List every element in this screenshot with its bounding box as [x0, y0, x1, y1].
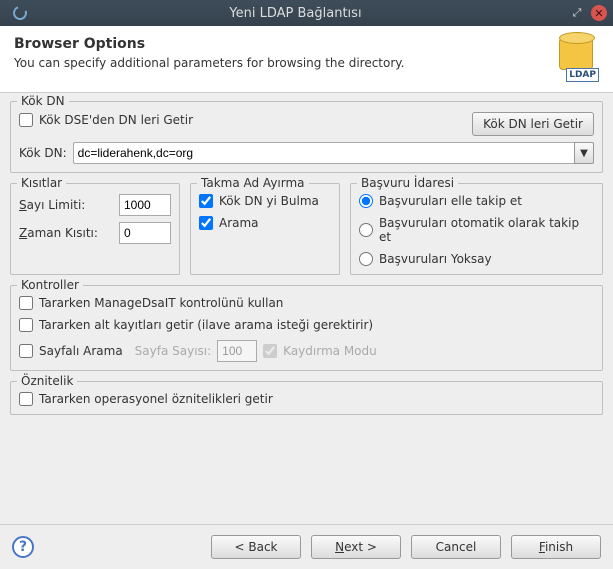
chk-alias-search-input[interactable]	[199, 216, 213, 230]
titlebar: Yeni LDAP Bağlantısı ⤢ ✕	[0, 0, 613, 26]
group-referrals: Başvuru İdaresi Başvuruları elle takip e…	[350, 183, 603, 275]
rad-ref-manual[interactable]: Başvuruları elle takip et	[359, 194, 594, 208]
chk-operational[interactable]: Tararken operasyonel öznitelikleri getir	[19, 392, 594, 406]
btn-fetch-root-dns[interactable]: Kök DN leri Getir	[472, 112, 594, 136]
legend-alias: Takma Ad Ayırma	[197, 176, 309, 190]
chk-fetch-from-dse-input[interactable]	[19, 113, 33, 127]
legend-root-dn: Kök DN	[17, 94, 69, 108]
rad-ref-ignore-label: Başvuruları Yoksay	[379, 252, 492, 266]
label-page-count: Sayfa Sayısı:	[135, 344, 212, 358]
legend-attributes: Öznitelik	[17, 374, 77, 388]
chk-alias-find-input[interactable]	[199, 194, 213, 208]
app-icon	[12, 5, 28, 21]
chk-managedsait-label: Tararken ManageDsaIT kontrolünü kullan	[39, 296, 283, 310]
close-icon[interactable]: ✕	[591, 5, 607, 21]
chk-paged[interactable]: Sayfalı Arama	[19, 344, 123, 358]
page-subtitle: You can specify additional parameters fo…	[14, 56, 543, 70]
chk-paged-input[interactable]	[19, 344, 33, 358]
input-page-count	[217, 340, 257, 362]
maximize-icon[interactable]: ⤢	[569, 5, 585, 21]
chk-alias-search-label: Arama	[219, 216, 259, 230]
finish-button[interactable]: Finish	[511, 535, 601, 559]
back-button[interactable]: < Back	[211, 535, 301, 559]
chk-fetch-from-dse[interactable]: Kök DSE'den DN leri Getir	[19, 113, 193, 127]
rad-ref-auto[interactable]: Başvuruları otomatik olarak takip et	[359, 216, 594, 244]
rad-ref-auto-input[interactable]	[359, 223, 373, 237]
chk-subentries-label: Tararken alt kayıtları getir (ilave aram…	[39, 318, 373, 332]
chk-subentries[interactable]: Tararken alt kayıtları getir (ilave aram…	[19, 318, 594, 332]
chevron-down-icon[interactable]: ▼	[574, 142, 594, 164]
ldap-icon: LDAP	[553, 36, 599, 82]
label-count-limit: Sayı Limiti:	[19, 198, 85, 212]
rad-ref-manual-input[interactable]	[359, 194, 373, 208]
page-title: Browser Options	[14, 36, 543, 52]
rad-ref-manual-label: Başvuruları elle takip et	[379, 194, 522, 208]
chk-alias-search[interactable]: Arama	[199, 216, 331, 230]
paged-sublabel: Sayfa Sayısı: Kaydırma Modu	[135, 340, 377, 362]
label-time-limit: Zaman Kısıtı:	[19, 226, 98, 240]
chk-fetch-from-dse-label: Kök DSE'den DN leri Getir	[39, 113, 193, 127]
label-scroll-mode: Kaydırma Modu	[283, 344, 377, 358]
input-count-limit[interactable]	[119, 194, 171, 216]
window-body: Browser Options You can specify addition…	[0, 26, 613, 569]
group-attributes: Öznitelik Tararken operasyonel öznitelik…	[10, 381, 603, 415]
ldap-icon-label: LDAP	[566, 68, 599, 82]
chk-alias-find-label: Kök DN yi Bulma	[219, 194, 319, 208]
chk-managedsait-input[interactable]	[19, 296, 33, 310]
help-icon[interactable]: ?	[12, 536, 34, 558]
rad-ref-ignore-input[interactable]	[359, 252, 373, 266]
chk-scroll-mode-input	[263, 344, 277, 358]
wizard-header: Browser Options You can specify addition…	[0, 26, 613, 93]
input-time-limit[interactable]	[119, 222, 171, 244]
content-area: Kök DN Kök DSE'den DN leri Getir Kök DN …	[0, 93, 613, 524]
legend-referrals: Başvuru İdaresi	[357, 176, 458, 190]
input-root-dn[interactable]	[73, 142, 574, 164]
combo-root-dn[interactable]: ▼	[73, 142, 594, 164]
label-root-dn: Kök DN:	[19, 146, 67, 160]
chk-operational-input[interactable]	[19, 392, 33, 406]
chk-subentries-input[interactable]	[19, 318, 33, 332]
group-controls: Kontroller Tararken ManageDsaIT kontrolü…	[10, 285, 603, 371]
legend-limits: Kısıtlar	[17, 176, 66, 190]
rad-ref-auto-label: Başvuruları otomatik olarak takip et	[379, 216, 594, 244]
legend-controls: Kontroller	[17, 278, 83, 292]
chk-paged-label: Sayfalı Arama	[39, 344, 123, 358]
group-limits: Kısıtlar Sayı Limiti: Zaman Kısıtı:	[10, 183, 180, 275]
rad-ref-ignore[interactable]: Başvuruları Yoksay	[359, 252, 594, 266]
chk-alias-find[interactable]: Kök DN yi Bulma	[199, 194, 331, 208]
chk-managedsait[interactable]: Tararken ManageDsaIT kontrolünü kullan	[19, 296, 594, 310]
chk-operational-label: Tararken operasyonel öznitelikleri getir	[39, 392, 273, 406]
wizard-footer: ? < Back Next > Cancel Finish	[0, 524, 613, 569]
cancel-button[interactable]: Cancel	[411, 535, 501, 559]
window-title: Yeni LDAP Bağlantısı	[28, 6, 563, 21]
group-alias: Takma Ad Ayırma Kök DN yi Bulma Arama	[190, 183, 340, 275]
group-root-dn: Kök DN Kök DSE'den DN leri Getir Kök DN …	[10, 101, 603, 173]
next-button[interactable]: Next >	[311, 535, 401, 559]
